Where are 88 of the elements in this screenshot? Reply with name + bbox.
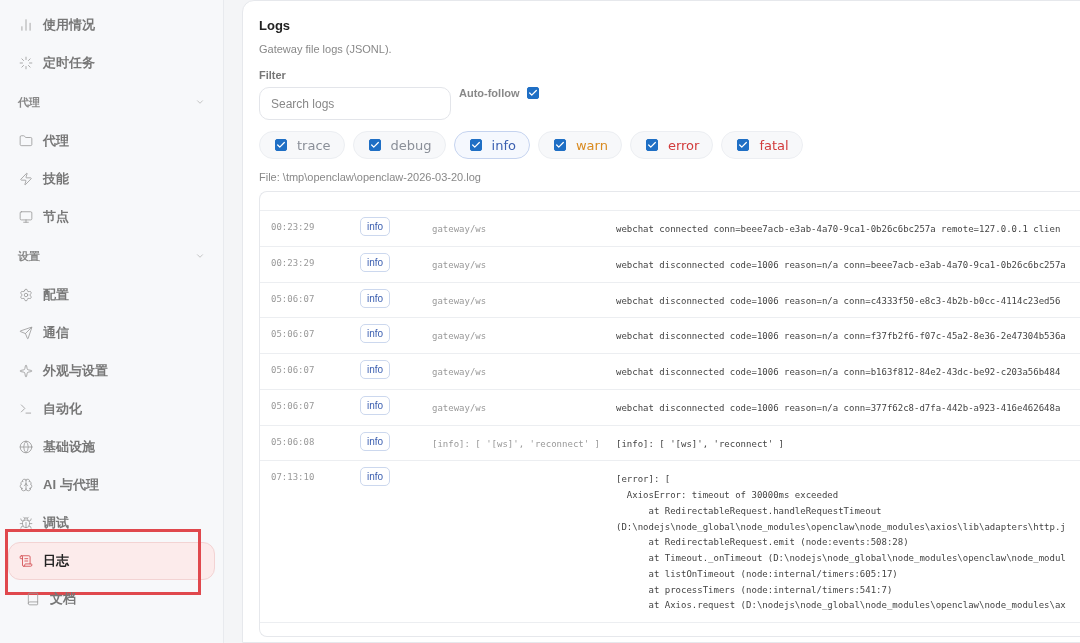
sidebar-item[interactable]: 通信 xyxy=(8,314,215,352)
log-message-line: at processTimers (node:internal/timers:541:7) xyxy=(647,583,894,597)
log-subsystem: gateway/ws xyxy=(432,223,488,236)
log-message-line: webchat connected conn=beee7acb-e3ab-4a70-9ca1-0b26c6bc257a remote=127.0.0.1 clien xyxy=(616,223,1062,236)
checkbox[interactable] xyxy=(553,139,566,151)
sidebar-item[interactable]: 调试 xyxy=(8,504,215,542)
log-message-line: webchat disconnected code=1006 reason=n/a conn=f37fb2f6-f07c-45a2-8e36-2e47304b536a xyxy=(616,330,1067,344)
file-path: File: \tmp\openclaw\openclaw-2026-03-20.log xyxy=(259,171,482,183)
sidebar-item[interactable]: 文档 xyxy=(8,580,215,618)
log-message-line: at Timeout._onTimeout (D:\nodejs\node_global\node_modules\openclaw\node_modul xyxy=(647,552,1067,565)
auto-follow-label: Auto-follow xyxy=(459,87,520,99)
level-filter-chip[interactable]: fatal xyxy=(721,131,803,159)
level-filter-chip[interactable]: info xyxy=(453,131,530,159)
level-filter-chip[interactable]: trace xyxy=(259,131,345,159)
lightning-icon xyxy=(19,172,33,186)
log-message-line: webchat disconnected code=1006 reason=n/a conn=377f62c8-d7fa-442b-a923-416e462648a xyxy=(616,401,1062,415)
folder-icon xyxy=(19,134,33,148)
bug-icon xyxy=(19,516,33,530)
sidebar-item[interactable]: AI 与代理 xyxy=(8,466,215,504)
level-filter-chip[interactable]: warn xyxy=(537,131,622,159)
level-badge: info xyxy=(360,252,391,272)
level-badge: info xyxy=(360,288,391,308)
checkbox[interactable] xyxy=(275,139,287,151)
log-time: 00:23:29 xyxy=(271,256,316,270)
level-filter-chip[interactable]: error xyxy=(629,131,714,159)
sidebar-item[interactable]: 技能 xyxy=(8,160,215,198)
level-badge: info xyxy=(360,360,391,379)
log-message-line: at Axios.request (D:\nodejs\node_global\node_modules\openclaw\node_modules\ax xyxy=(647,599,1067,613)
log-subsystem: gateway/ws xyxy=(432,330,488,344)
log-message-line: at listOnTimeout (node:internal/timers:605:17) xyxy=(647,567,899,581)
log-message-line: webchat disconnected code=1006 reason=n/a conn=beee7acb-e3ab-4a70-9ca1-0b26c6bc257a xyxy=(616,258,1067,272)
sidebar-item[interactable]: 代理 xyxy=(8,122,215,160)
sidebar-item[interactable]: 节点 xyxy=(8,198,215,236)
log-subsystem: gateway/ws xyxy=(432,294,488,308)
log-time: 05:06:07 xyxy=(271,328,316,342)
level-badge: info xyxy=(360,324,391,344)
log-subsystem: gateway/ws xyxy=(432,366,488,379)
sparkle-icon xyxy=(19,364,33,378)
sidebar-item[interactable]: 使用情况 xyxy=(8,6,215,44)
log-time: 05:06:07 xyxy=(271,292,316,306)
log-subsystem: [info]: [ '[ws]', 'reconnect' ] xyxy=(432,437,601,451)
level-badge: info xyxy=(360,431,391,451)
bar-chart-icon xyxy=(19,18,33,32)
monitor-icon xyxy=(19,210,33,224)
sidebar-item[interactable]: 基础设施 xyxy=(8,428,215,466)
log-message-line: AxiosError: timeout of 30000ms exceeded xyxy=(625,489,840,502)
log-time: 05:06:08 xyxy=(271,435,316,449)
panel-title: Logs xyxy=(259,18,292,33)
level-badge: info xyxy=(360,395,391,415)
log-subsystem: gateway/ws xyxy=(432,258,488,272)
log-time: 05:06:07 xyxy=(271,364,316,377)
level-badge: info xyxy=(360,217,391,236)
log-message-line: [info]: [ '[ws]', 'reconnect' ] xyxy=(616,437,785,451)
log-message-line: (D:\nodejs\node_global\node_modules\openclaw\node_modules\axios\lib\adapters\http.j xyxy=(616,520,1067,534)
sidebar-item[interactable]: 定时任务 xyxy=(8,44,215,82)
log-message-line: [error]: [ xyxy=(616,473,672,487)
log-subsystem: gateway/ws xyxy=(432,401,488,415)
level-filter-chip[interactable]: debug xyxy=(352,131,446,159)
filter-label: Filter xyxy=(259,69,287,81)
scroll-icon xyxy=(19,554,33,568)
log-message-line: webchat disconnected code=1006 reason=n/a conn=c4333f50-e8c3-4b2b-b0cc-4114c23ed56 xyxy=(616,294,1062,308)
log-message-line: at RedirectableRequest.emit (node:events:508:28) xyxy=(647,536,910,550)
checkbox[interactable] xyxy=(469,139,482,151)
checkbox[interactable] xyxy=(645,139,658,151)
group-label: 代理 xyxy=(18,94,40,110)
paper-plane-icon xyxy=(19,326,33,340)
log-message-line: at RedirectableRequest.handleRequestTimeout xyxy=(647,504,883,518)
log-time: 07:13:10 xyxy=(271,471,316,485)
auto-follow-checkbox[interactable] xyxy=(527,87,540,99)
group-label: 设置 xyxy=(18,248,40,264)
log-time: 05:06:07 xyxy=(271,399,316,413)
sidebar-item[interactable]: 外观与设置 xyxy=(8,352,215,390)
level-badge: info xyxy=(360,467,391,487)
search-field[interactable]: Search logs xyxy=(259,87,451,120)
log-time: 00:23:29 xyxy=(271,221,316,234)
spinner-icon xyxy=(19,56,33,70)
globe-icon xyxy=(19,440,33,454)
brain-icon xyxy=(19,478,33,492)
terminal-icon xyxy=(19,402,33,416)
checkbox[interactable] xyxy=(737,139,750,151)
panel-subtitle: Gateway file logs (JSONL). xyxy=(259,43,393,55)
settings-icon xyxy=(19,288,33,302)
checkbox[interactable] xyxy=(368,139,381,151)
book-icon xyxy=(26,592,40,606)
sidebar-item[interactable]: 自动化 xyxy=(8,390,215,428)
log-message-line: webchat disconnected code=1006 reason=n/a conn=b163f812-84e2-43dc-be92-c203a56b484 xyxy=(616,366,1062,379)
sidebar-item[interactable]: 日志 xyxy=(8,542,215,580)
sidebar-item[interactable]: 配置 xyxy=(8,276,215,314)
